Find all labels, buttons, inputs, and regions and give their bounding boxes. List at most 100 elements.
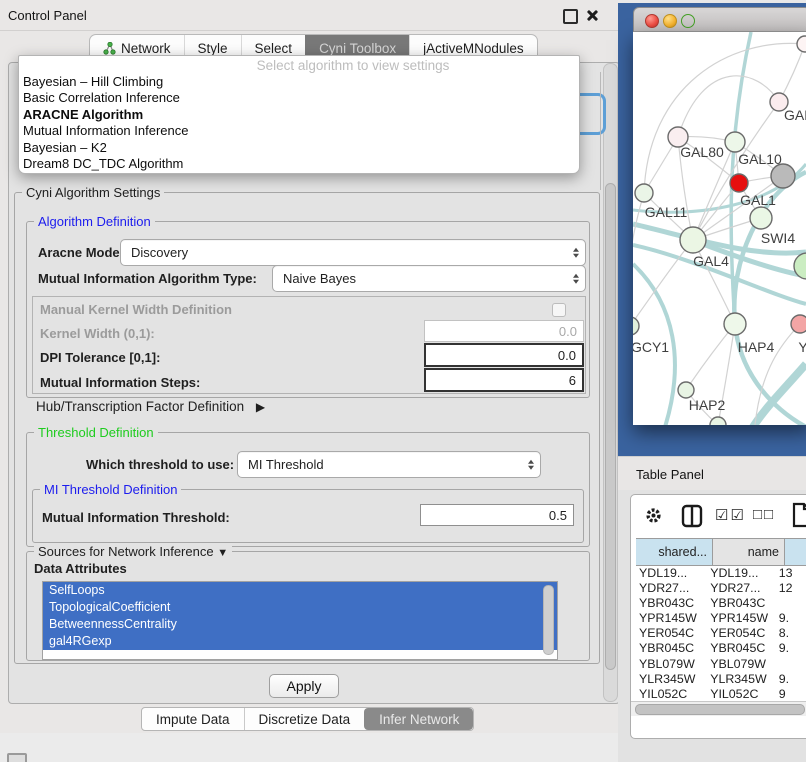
table-cell: YBR043C [636, 596, 707, 611]
minimize-traffic-light[interactable] [663, 14, 677, 28]
network-icon [103, 42, 116, 55]
table-rows: YDL19...YDL19...13YDR27...YDR27...12YBR0… [636, 566, 806, 701]
float-window-icon[interactable] [563, 9, 578, 24]
network-node-hap2[interactable] [678, 382, 694, 398]
settings-scrollbar-thumb[interactable] [605, 183, 616, 670]
attribute-item[interactable]: TopologicalCoefficient [43, 599, 557, 616]
unchecked-boxes-icon[interactable]: □□ [753, 506, 775, 523]
panel-title: Control Panel [8, 8, 87, 23]
algorithm-option[interactable]: Bayesian – K2 [19, 140, 579, 156]
network-node-gal11[interactable] [635, 184, 653, 202]
algorithm-option[interactable]: ARACNE Algorithm [19, 107, 579, 123]
data-attributes-list[interactable]: SelfLoopsTopologicalCoefficientBetweenne… [42, 581, 558, 660]
docked-panel-stub[interactable] [7, 753, 27, 762]
tab-discretize-data[interactable]: Discretize Data [244, 708, 365, 730]
column-header[interactable]: shared... [636, 538, 713, 566]
manual-kernel-label: Manual Kernel Width Definition [40, 302, 232, 317]
gear-icon[interactable] [644, 506, 663, 525]
table-row[interactable]: YLR345WYLR345W9. [636, 672, 806, 687]
node-label: HAP4 [738, 339, 775, 355]
network-node-gal4[interactable] [680, 227, 706, 253]
node-label: GCY1 [633, 339, 669, 355]
table-row[interactable]: YDR27...YDR27...12 [636, 581, 806, 596]
algorithm-option[interactable]: Mutual Information Inference [19, 123, 579, 139]
table-cell: 13 [774, 566, 806, 581]
mi-steps-field[interactable]: 6 [424, 368, 584, 392]
close-traffic-light[interactable] [645, 14, 659, 28]
apply-button[interactable]: Apply [269, 674, 339, 698]
algorithm-dropdown-popup: Select algorithm to view settings Bayesi… [18, 55, 580, 174]
network-node[interactable] [797, 36, 806, 52]
column-header[interactable]: name [713, 538, 785, 566]
data-attributes-label: Data Attributes [34, 561, 127, 576]
tab-cyni-toolbox-label: Cyni Toolbox [319, 41, 396, 56]
table-row[interactable]: YIL052CYIL052C9 [636, 687, 806, 701]
algorithm-popup-list: Bayesian – Hill ClimbingBasic Correlatio… [19, 74, 579, 172]
network-window-titlebar[interactable] [633, 7, 806, 32]
table-row[interactable]: YDL19...YDL19...13 [636, 566, 806, 581]
network-node-gal1[interactable] [730, 174, 748, 192]
sources-legend[interactable]: Sources for Network Inference ▼ [34, 544, 232, 559]
dpi-tolerance-field[interactable]: 0.0 [424, 343, 584, 367]
table-panel-titlebar: Table Panel [618, 456, 806, 491]
aracne-mode-select[interactable]: Discovery [120, 239, 586, 266]
algorithm-option[interactable]: Basic Correlation Inference [19, 90, 579, 106]
close-panel-icon[interactable] [586, 9, 599, 22]
sources-legend-label: Sources for Network Inference [38, 544, 214, 559]
split-columns-icon[interactable] [681, 504, 703, 528]
node-label: GAL4 [693, 253, 729, 269]
tab-impute-data[interactable]: Impute Data [142, 708, 244, 730]
network-node[interactable] [771, 164, 795, 188]
table-cell: YDR27... [707, 581, 774, 596]
column-header[interactable]: A [785, 538, 806, 566]
tab-infer-network[interactable]: Infer Network [364, 708, 473, 730]
manual-kernel-checkbox[interactable] [552, 303, 566, 317]
mi-steps-label: Mutual Information Steps: [40, 375, 200, 390]
network-node-hap4[interactable] [724, 313, 746, 335]
table-row[interactable]: YBR045CYBR045C9. [636, 641, 806, 656]
attribute-item[interactable]: gal4RGexp [43, 633, 557, 650]
network-node-gal10[interactable] [725, 132, 745, 152]
which-threshold-select[interactable]: MI Threshold [237, 451, 541, 478]
table-cell: YBL079W [636, 657, 707, 672]
hub-definition-expander[interactable]: Hub/Transcription Factor Definition ▶ [36, 399, 265, 414]
algorithm-option[interactable]: Bayesian – Hill Climbing [19, 74, 579, 90]
table-cell: 8. [774, 626, 806, 641]
network-node-swi4[interactable] [750, 207, 772, 229]
table-row[interactable]: YBL079WYBL079W [636, 657, 806, 672]
mi-type-value: Naive Bayes [283, 271, 356, 286]
attribute-item[interactable]: SelfLoops [43, 582, 557, 599]
table-scrollbar-thumb[interactable] [635, 704, 805, 715]
algorithm-option[interactable]: Dream8 DC_TDC Algorithm [19, 156, 579, 172]
network-canvas[interactable]: GALGAL80GAL10GAL1GAL11SWI4GAL4GCY1HAP4YH… [633, 32, 806, 425]
checked-boxes-icon[interactable]: ☑☑ [715, 506, 746, 524]
attributes-scrollbar-thumb[interactable] [543, 585, 554, 655]
collapse-down-triangle-icon: ▼ [217, 547, 228, 559]
function-builder-icon[interactable] [791, 502, 806, 528]
network-node[interactable] [710, 417, 726, 425]
table-row[interactable]: YER054CYER054C8. [636, 626, 806, 641]
tab-discretize-data-label: Discretize Data [259, 712, 351, 727]
table-row[interactable]: YPR145WYPR145W9. [636, 611, 806, 626]
table-row[interactable]: YBR043CYBR043C [636, 596, 806, 611]
tab-style-label: Style [198, 41, 228, 56]
mi-algorithm-type-select[interactable]: Naive Bayes [272, 265, 586, 292]
kernel-width-field[interactable]: 0.0 [424, 320, 584, 342]
table-horizontal-scrollbar[interactable] [631, 701, 806, 716]
attribute-item[interactable]: BetweennessCentrality [43, 616, 557, 633]
mi-threshold-field[interactable]: 0.5 [420, 504, 574, 526]
settings-vertical-scrollbar[interactable] [603, 63, 618, 702]
table-header-row: shared...nameA [636, 538, 806, 566]
table-cell: YBL079W [707, 657, 774, 672]
zoom-traffic-light[interactable] [681, 14, 695, 28]
network-node-gcy1[interactable] [633, 317, 639, 335]
table-panel-title: Table Panel [636, 467, 704, 482]
table-cell: YER054C [707, 626, 774, 641]
table-cell: 9. [774, 611, 806, 626]
network-node-y[interactable] [791, 315, 806, 333]
table-cell: YLR345W [636, 672, 707, 687]
table-cell: YDR27... [636, 581, 707, 596]
node-label: GAL10 [738, 151, 782, 167]
algorithm-popup-placeholder: Select algorithm to view settings [19, 56, 579, 74]
which-threshold-label: Which threshold to use: [86, 457, 234, 472]
